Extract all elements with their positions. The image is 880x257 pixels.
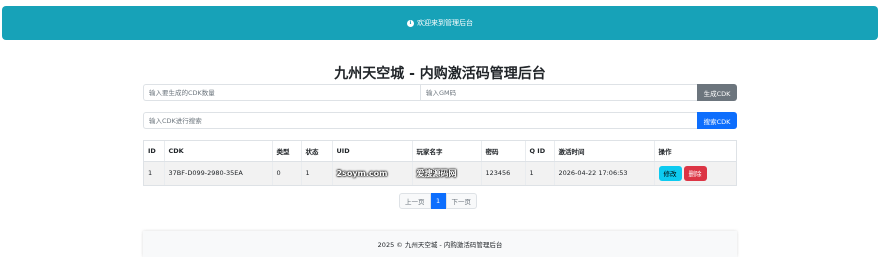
footer: 2025 © 九州天空城 - 内购激活码管理后台 [143, 231, 737, 257]
info-circle-icon: i [407, 19, 414, 27]
col-id: ID [144, 141, 165, 162]
search-form: 搜索CDK [143, 112, 737, 129]
cdk-table: ID CDK 类型 状态 UID 玩家名字 密码 Q ID 激活时间 操作 1 … [143, 140, 737, 186]
cell-status: 1 [301, 161, 333, 185]
footer-text: 2025 © 九州天空城 - 内购激活码管理后台 [377, 241, 503, 249]
delete-button[interactable]: 删除 [683, 165, 707, 181]
next-page-button[interactable]: 下一页 [445, 193, 477, 209]
cdk-count-input[interactable] [143, 84, 420, 101]
col-uid: UID [332, 141, 413, 162]
col-password: 密码 [481, 141, 526, 162]
cell-actions: 修改 删除 [654, 161, 736, 185]
edit-button[interactable]: 修改 [658, 165, 682, 181]
cell-activation-time: 2026-04-22 17:06:53 [554, 161, 655, 185]
table-row: 1 37BF-D099-2980-35EA 0 1 2soym.com 爱搜源码… [144, 161, 736, 185]
search-cdk-button[interactable]: 搜索CDK [697, 112, 737, 129]
cell-qid: 1 [525, 161, 555, 185]
welcome-text: 欢迎来到管理后台 [417, 19, 473, 27]
col-type: 类型 [272, 141, 302, 162]
cell-uid: 2soym.com [336, 168, 388, 178]
col-player: 玩家名字 [412, 141, 482, 162]
generate-cdk-button[interactable]: 生成CDK [697, 84, 737, 101]
cell-cdk: 37BF-D099-2980-35EA [164, 161, 273, 185]
gm-code-input[interactable] [420, 84, 697, 101]
col-status: 状态 [301, 141, 333, 162]
col-actions: 操作 [654, 141, 736, 162]
cdk-search-input[interactable] [143, 112, 697, 129]
cell-id: 1 [144, 161, 165, 185]
col-activation-time: 激活时间 [554, 141, 655, 162]
col-qid: Q ID [525, 141, 555, 162]
prev-page-button[interactable]: 上一页 [399, 193, 431, 209]
pagination: 上一页 1 下一页 [399, 193, 477, 209]
generate-form: 生成CDK [143, 84, 737, 101]
page-1-button[interactable]: 1 [430, 193, 446, 209]
cell-password: 123456 [481, 161, 526, 185]
cell-player: 爱搜源码网 [416, 168, 457, 178]
cell-type: 0 [272, 161, 302, 185]
page-title: 九州天空城 - 内购激活码管理后台 [334, 66, 546, 82]
welcome-alert: i 欢迎来到管理后台 [2, 6, 878, 40]
table-header-row: ID CDK 类型 状态 UID 玩家名字 密码 Q ID 激活时间 操作 [144, 141, 736, 162]
col-cdk: CDK [164, 141, 273, 162]
